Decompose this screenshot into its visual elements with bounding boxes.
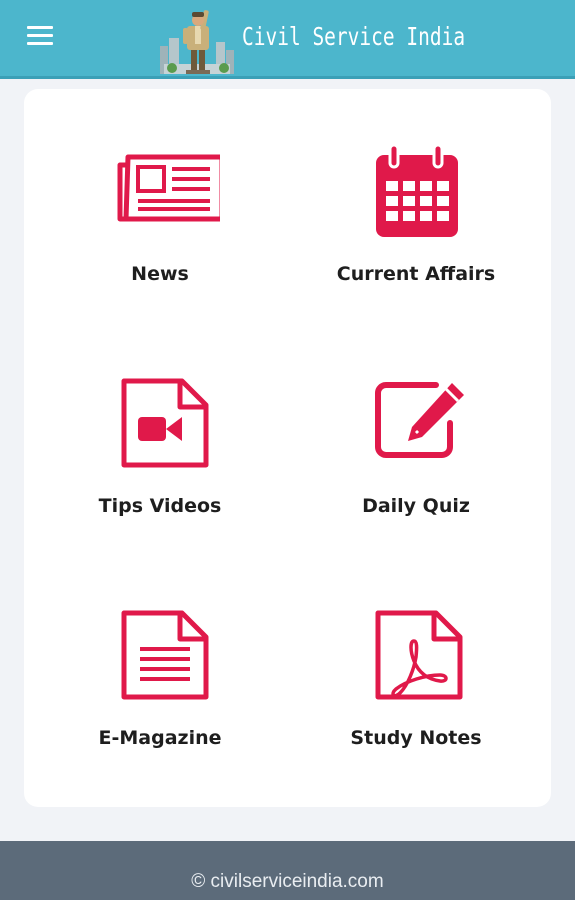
newspaper-icon (117, 154, 220, 222)
video-file-icon (121, 378, 209, 468)
tile-study-notes[interactable]: Study Notes (296, 609, 536, 809)
tile-label: Study Notes (350, 727, 482, 749)
tile-daily-quiz[interactable]: Daily Quiz (296, 377, 536, 577)
tile-news[interactable]: News (40, 145, 280, 345)
footer: © civilserviceindia.com (0, 841, 575, 900)
tile-label: Current Affairs (336, 263, 496, 285)
tile-current-affairs[interactable]: Current Affairs (296, 145, 536, 345)
pdf-file-icon (375, 610, 463, 700)
officer-figure-logo (160, 10, 234, 74)
tile-label: Tips Videos (98, 495, 222, 517)
tile-label: News (131, 263, 189, 285)
calendar-icon (376, 145, 458, 237)
app-screen: Civil Service India News Current Affairs… (0, 0, 575, 900)
hamburger-menu-icon[interactable] (22, 20, 58, 52)
app-title: Civil Service India (242, 22, 466, 51)
edit-pencil-icon (375, 382, 464, 458)
copyright-text: © civilserviceindia.com (191, 871, 384, 892)
tile-label: E-Magazine (98, 727, 222, 749)
tile-label: Daily Quiz (362, 495, 470, 517)
document-icon (121, 610, 209, 700)
tile-e-magazine[interactable]: E-Magazine (40, 609, 280, 809)
menu-card: News Current Affairs Tips Videos Daily Q… (24, 89, 551, 807)
top-app-bar: Civil Service India (0, 0, 575, 79)
tile-tips-videos[interactable]: Tips Videos (40, 377, 280, 577)
